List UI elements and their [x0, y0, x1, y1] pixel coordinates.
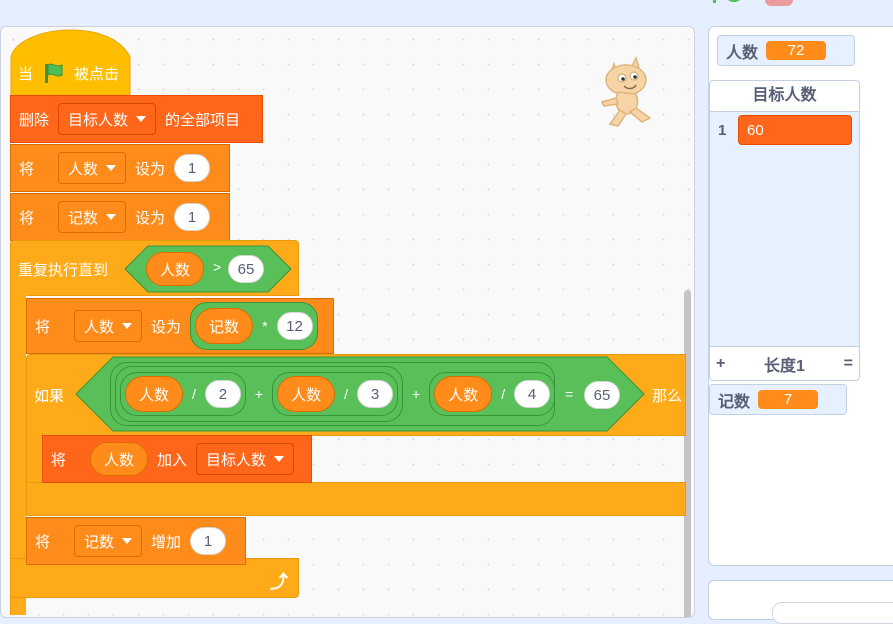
if-side-arm — [26, 435, 42, 487]
set-to-label: 设为 — [135, 209, 166, 227]
operator-symbol: / — [344, 386, 348, 402]
variable-dropdown[interactable]: 人数 — [58, 152, 127, 184]
add-to-list-block[interactable]: 将 人数 加入 目标人数 — [42, 435, 312, 483]
add-operator[interactable]: 人数 / 2 + 人数 / 3 — [115, 366, 403, 422]
chevron-down-icon — [274, 456, 285, 462]
green-flag-icon — [45, 63, 63, 83]
list-dropdown[interactable]: 目标人数 — [58, 103, 157, 135]
variable-reporter[interactable]: 记数 — [195, 308, 254, 344]
list-item-value[interactable]: 60 — [738, 115, 852, 145]
loop-arrow-icon: ⤴ — [270, 572, 288, 592]
operator-symbol: > — [213, 259, 222, 275]
divide-operator[interactable]: 人数 / 3 — [272, 372, 398, 416]
set-to-label: 设为 — [151, 318, 182, 336]
delete-label: 删除 — [19, 111, 50, 129]
list-item-index: 1 — [718, 121, 727, 139]
add-verb: 加入 — [157, 451, 188, 469]
chevron-down-icon — [106, 214, 117, 220]
operator-symbol: / — [192, 386, 196, 402]
variable-reporter[interactable]: 人数 — [90, 442, 149, 476]
list-dropdown-label: 目标人数 — [206, 451, 267, 469]
variable-monitor-people[interactable]: 人数 72 — [717, 35, 855, 66]
add-label: 将 — [51, 451, 67, 469]
value-input[interactable]: 1 — [174, 154, 211, 182]
set-label: 将 — [35, 318, 51, 336]
operator-symbol: / — [501, 386, 506, 402]
if-label: 如果 — [34, 387, 65, 405]
hat-label-when: 当 — [18, 65, 34, 83]
set-variable-block[interactable]: 将 人数 设为 记数 * 12 — [26, 298, 334, 354]
greater-than-operator[interactable]: 人数 > 65 — [124, 245, 292, 293]
green-flag-icon — [724, 0, 744, 2]
change-label: 将 — [35, 533, 51, 551]
delete-all-of-list-block[interactable]: 删除 目标人数 的全部项目 — [10, 95, 263, 143]
set-variable-block[interactable]: 将 记数 设为 1 — [10, 193, 230, 241]
monitor-label: 人数 — [726, 44, 759, 62]
value-input[interactable]: 65 — [584, 381, 620, 409]
set-to-label: 设为 — [135, 160, 166, 178]
list-dropdown[interactable]: 目标人数 — [196, 443, 295, 475]
stage-scroll-hint — [772, 602, 893, 624]
stop-icon[interactable] — [765, 0, 793, 6]
chevron-down-icon — [106, 165, 117, 171]
operator-symbol: + — [254, 386, 264, 402]
operator-symbol: * — [262, 318, 268, 334]
value-input[interactable]: 65 — [228, 255, 264, 283]
add-operator[interactable]: 人数 / 2 + 人数 / 3 + 人数 / 4 — [110, 362, 556, 426]
list-monitor-footer: + 长度1 = — [710, 346, 859, 380]
change-variable-block[interactable]: 将 记数 增加 1 — [26, 517, 246, 565]
variable-reporter[interactable]: 人数 — [434, 376, 493, 412]
list-monitor-title: 目标人数 — [710, 81, 859, 112]
change-verb: 增加 — [151, 533, 182, 551]
green-flag-icon[interactable] — [713, 0, 716, 3]
variable-reporter[interactable]: 人数 — [146, 252, 205, 286]
divide-operator[interactable]: 人数 / 2 — [120, 372, 246, 416]
chevron-down-icon — [122, 538, 133, 544]
variable-reporter[interactable]: 人数 — [125, 376, 184, 412]
workspace-scrollbar[interactable] — [684, 290, 691, 617]
chevron-down-icon — [136, 116, 147, 122]
value-input[interactable]: 12 — [276, 312, 313, 340]
chevron-down-icon — [122, 323, 133, 329]
value-input[interactable]: 4 — [514, 380, 551, 408]
operator-symbol: + — [412, 386, 421, 402]
set-variable-block[interactable]: 将 人数 设为 1 — [10, 144, 230, 192]
list-length-label: 长度1 — [764, 357, 805, 375]
list-monitor[interactable]: 目标人数 1 60 + 长度1 = — [709, 80, 860, 381]
variable-dropdown-label: 人数 — [84, 318, 115, 336]
top-bar — [0, 0, 893, 26]
set-label: 将 — [19, 160, 35, 178]
repeat-until-label: 重复执行直到 — [18, 261, 109, 279]
variable-dropdown-label: 人数 — [68, 160, 99, 178]
value-input[interactable]: 2 — [204, 380, 241, 408]
variable-monitor-count[interactable]: 记数 7 — [709, 384, 847, 415]
multiply-operator[interactable]: 记数 * 12 — [190, 302, 318, 350]
then-label: 那么 — [652, 387, 683, 405]
if-bottom-arm — [26, 482, 686, 516]
value-input[interactable]: 1 — [190, 527, 227, 555]
monitor-value: 7 — [758, 390, 819, 409]
delete-suffix: 的全部项目 — [165, 111, 241, 129]
list-dropdown-label: 目标人数 — [68, 111, 129, 129]
add-item-button[interactable]: + — [716, 355, 725, 373]
variable-dropdown[interactable]: 记数 — [74, 525, 143, 557]
operator-symbol: = — [565, 386, 574, 402]
variable-dropdown-label: 记数 — [68, 209, 99, 227]
list-item[interactable]: 1 60 — [718, 115, 852, 145]
resize-handle[interactable]: = — [844, 355, 853, 373]
cat-sprite — [600, 55, 652, 127]
value-input[interactable]: 1 — [174, 203, 211, 231]
hat-label-clicked: 被点击 — [74, 65, 120, 83]
monitor-value: 72 — [766, 41, 827, 60]
set-label: 将 — [19, 209, 35, 227]
variable-reporter[interactable]: 人数 — [277, 376, 336, 412]
variable-dropdown[interactable]: 人数 — [74, 310, 143, 342]
divide-operator[interactable]: 人数 / 4 — [429, 372, 556, 416]
variable-dropdown-label: 记数 — [84, 533, 115, 551]
variable-dropdown[interactable]: 记数 — [58, 201, 127, 233]
value-input[interactable]: 3 — [357, 380, 393, 408]
monitor-label: 记数 — [718, 393, 751, 411]
